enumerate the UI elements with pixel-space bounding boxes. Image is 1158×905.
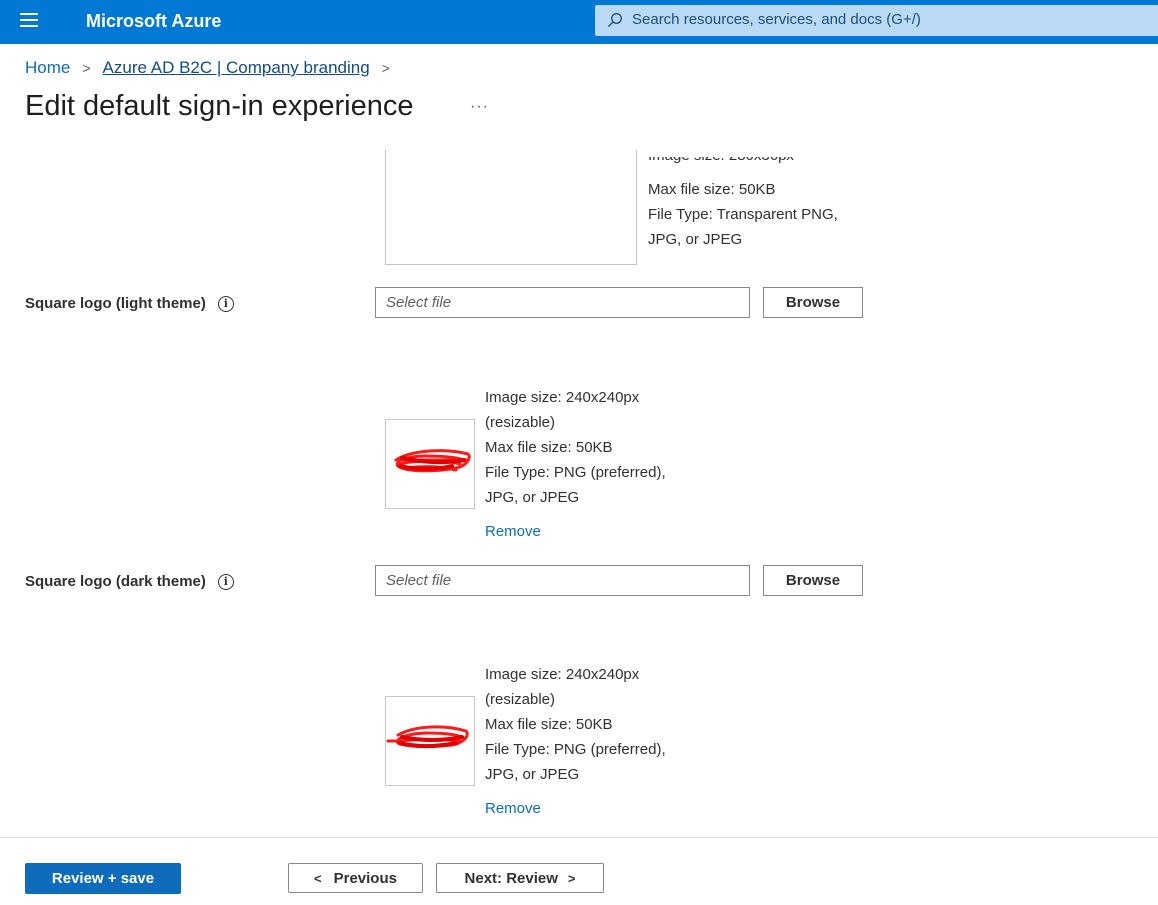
square-logo-dark-info-line: JPG, or JPEG	[485, 766, 580, 783]
global-search-input[interactable]: Search resources, services, and docs (G+…	[595, 5, 1158, 36]
square-logo-light-file-input[interactable]: Select file	[375, 287, 750, 318]
search-placeholder: Search resources, services, and docs (G+…	[632, 11, 921, 28]
breadcrumb-home-link[interactable]: Home	[25, 58, 70, 78]
square-logo-light-info-line: JPG, or JPEG	[485, 489, 580, 506]
review-save-button[interactable]: Review + save	[25, 863, 181, 894]
brand-title[interactable]: Microsoft Azure	[86, 11, 221, 32]
next-review-button[interactable]: Next: Review >	[436, 863, 604, 893]
chevron-right-icon: >	[567, 870, 576, 886]
chevron-left-icon: <	[314, 870, 322, 886]
square-logo-light-label: Square logo (light theme) i	[25, 295, 234, 312]
square-logo-light-info-line: Image size: 240x240px	[485, 389, 640, 406]
square-logo-light-info-line: File Type: PNG (preferred),	[485, 464, 666, 481]
square-logo-dark-remove-link[interactable]: Remove	[485, 800, 541, 817]
square-logo-light-info-line: (resizable)	[485, 414, 556, 431]
search-icon	[608, 13, 622, 27]
square-logo-light-browse-button[interactable]: Browse	[763, 287, 863, 318]
previous-button[interactable]: < Previous	[288, 863, 423, 893]
redacted-logo-scribble	[394, 449, 471, 473]
form-scroll-area[interactable]: Image size: 280x36px Max file size: 50KB…	[0, 150, 1158, 836]
square-logo-dark-info-line: (resizable)	[485, 691, 556, 708]
banner-logo-info-line: File Type: Transparent PNG,	[648, 206, 838, 223]
redacted-logo-scribble	[386, 725, 469, 748]
square-logo-dark-file-input[interactable]: Select file	[375, 565, 750, 596]
square-logo-light-label-text: Square logo (light theme)	[25, 295, 206, 312]
banner-logo-info-line: JPG, or JPEG	[648, 231, 743, 248]
breadcrumb-company-branding-link[interactable]: Azure AD B2C | Company branding	[103, 58, 370, 78]
banner-logo-preview	[385, 150, 637, 265]
banner-logo-info-line: Max file size: 50KB	[648, 181, 776, 198]
square-logo-dark-label-text: Square logo (dark theme)	[25, 573, 206, 590]
square-logo-light-info-line: Max file size: 50KB	[485, 439, 613, 456]
banner-logo-cut-line: Image size: 280x36px	[648, 157, 808, 169]
square-logo-light-preview	[385, 419, 475, 509]
info-icon[interactable]: i	[217, 573, 234, 590]
previous-button-label: Previous	[333, 869, 397, 887]
square-logo-dark-info-line: Max file size: 50KB	[485, 716, 613, 733]
square-logo-dark-preview	[385, 696, 475, 786]
more-options-icon[interactable]: ···	[470, 98, 489, 116]
chevron-right-icon: >	[82, 60, 91, 76]
top-bar: Microsoft Azure Search resources, servic…	[0, 0, 1158, 44]
square-logo-dark-label: Square logo (dark theme) i	[25, 573, 234, 590]
footer-divider	[0, 837, 1158, 838]
breadcrumb: Home > Azure AD B2C | Company branding >	[25, 58, 402, 78]
hamburger-menu-icon[interactable]	[20, 13, 40, 31]
square-logo-dark-info-line: Image size: 240x240px	[485, 666, 640, 683]
square-logo-light-remove-link[interactable]: Remove	[485, 523, 541, 540]
page-title: Edit default sign-in experience	[25, 90, 414, 122]
next-button-label: Next: Review	[464, 869, 558, 887]
square-logo-dark-browse-button[interactable]: Browse	[763, 565, 863, 596]
info-icon[interactable]: i	[217, 295, 234, 312]
chevron-right-icon: >	[381, 60, 390, 76]
square-logo-dark-info-line: File Type: PNG (preferred),	[485, 741, 666, 758]
